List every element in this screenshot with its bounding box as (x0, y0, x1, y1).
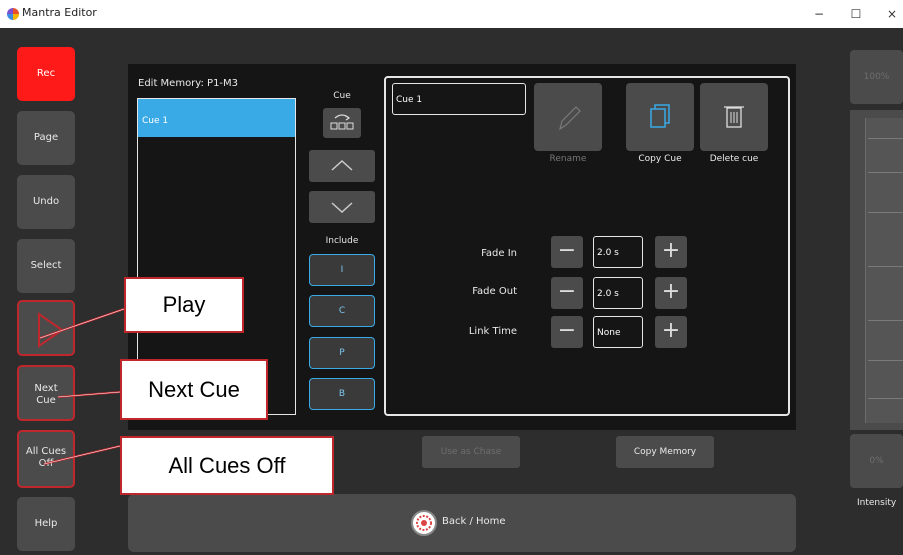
cue-list-item[interactable]: Cue 1 (138, 99, 295, 137)
move-up-button[interactable] (309, 150, 375, 182)
all-cues-off-label: All Cues Off (25, 446, 67, 469)
fade-out-decrease-button[interactable]: − (551, 277, 583, 309)
include-b-button[interactable]: B (309, 378, 375, 410)
copy-cue-button[interactable] (626, 83, 694, 151)
next-cue-callout: Next Cue (120, 359, 268, 420)
slider-tick (868, 320, 903, 321)
rename-label: Rename (549, 154, 587, 164)
copy-cue-label: Copy Cue (638, 154, 682, 164)
include-p-button[interactable]: P (309, 337, 375, 369)
include-label: Include (325, 236, 359, 246)
trash-icon (724, 106, 744, 128)
chevron-down-icon (331, 202, 353, 214)
all-cues-off-callout: All Cues Off (120, 436, 334, 495)
fade-out-increase-button[interactable]: + (655, 277, 687, 309)
slider-tick (868, 360, 903, 361)
rec-button[interactable]: Rec (17, 47, 75, 101)
close-button[interactable]: × (881, 4, 903, 24)
copy-icon (650, 104, 670, 128)
include-i-button[interactable]: I (309, 254, 375, 286)
link-time-decrease-button[interactable]: − (551, 316, 583, 348)
title-bar (0, 0, 903, 28)
window-title: Mantra Editor (22, 6, 97, 19)
back-home-label: Back / Home (442, 516, 506, 527)
chevron-up-icon (331, 159, 353, 171)
fade-in-label: Fade In (481, 248, 517, 259)
all-cues-off-button[interactable]: All Cues Off (17, 430, 75, 488)
include-c-button[interactable]: C (309, 295, 375, 327)
rename-button[interactable] (534, 83, 602, 151)
maximize-button[interactable]: ☐ (845, 4, 867, 24)
next-cue-button[interactable]: Next Cue (17, 365, 75, 421)
app-logo-icon (7, 8, 19, 20)
undo-button[interactable]: Undo (17, 175, 75, 229)
slider-tick (868, 212, 903, 213)
play-callout: Play (124, 277, 244, 333)
minimize-button[interactable]: − (808, 4, 830, 24)
cue-column-label: Cue (333, 91, 351, 101)
delete-cue-label: Delete cue (709, 154, 759, 164)
slider-tick (868, 266, 903, 267)
page-button[interactable]: Page (17, 111, 75, 165)
play-icon (38, 312, 64, 348)
fade-in-value[interactable]: 2.0 s (593, 236, 643, 268)
use-as-chase-button[interactable]: Use as Chase (422, 436, 520, 468)
slider-tick (868, 138, 903, 139)
fade-out-label: Fade Out (472, 286, 517, 297)
intensity-slider-track[interactable] (865, 118, 903, 423)
play-button[interactable] (17, 300, 75, 356)
intensity-min-button[interactable]: 0% (850, 434, 903, 488)
pencil-icon (559, 106, 581, 131)
slider-tick (868, 398, 903, 399)
fade-in-increase-button[interactable]: + (655, 236, 687, 268)
cue-name-input[interactable]: Cue 1 (392, 83, 526, 115)
help-button[interactable]: Help (17, 497, 75, 551)
intensity-max-button[interactable]: 100% (850, 50, 903, 104)
link-time-increase-button[interactable]: + (655, 316, 687, 348)
fade-out-value[interactable]: 2.0 s (593, 277, 643, 309)
delete-cue-button[interactable] (700, 83, 768, 151)
next-cue-label: Next Cue (34, 383, 58, 406)
copy-memory-button[interactable]: Copy Memory (616, 436, 714, 468)
link-time-value[interactable]: None (593, 316, 643, 348)
move-down-button[interactable] (309, 191, 375, 223)
slider-tick (868, 172, 903, 173)
fade-in-decrease-button[interactable]: − (551, 236, 583, 268)
cue-insert-button[interactable] (323, 108, 361, 138)
edit-memory-title: Edit Memory: P1-M3 (138, 78, 239, 89)
cue-insert-icon (330, 114, 354, 130)
select-button[interactable]: Select (17, 239, 75, 293)
link-time-label: Link Time (468, 326, 517, 337)
intensity-label: Intensity (857, 498, 897, 508)
home-icon (411, 510, 437, 536)
